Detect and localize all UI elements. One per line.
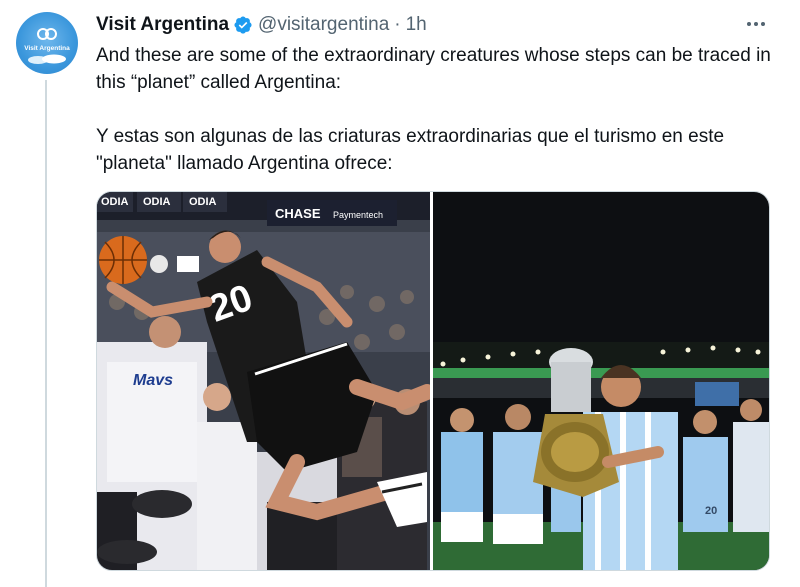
photo-trophy-celebration[interactable]: 20 [433, 192, 769, 570]
brand-logo-icon [37, 28, 57, 40]
tweet-text-spanish: Y estas son algunas de las criaturas ext… [96, 126, 725, 174]
more-options-icon[interactable] [744, 12, 768, 36]
photo-basketball-player[interactable]: ODIA ODIA ODIA CHASE Paymentech Mavs 20 [97, 192, 430, 570]
banner-brand-3: ODIA [189, 196, 217, 208]
verified-badge-icon [234, 16, 252, 34]
player-jersey-number-right: 20 [705, 505, 717, 517]
banner-brand-1: ODIA [101, 196, 129, 208]
clouds-icon [28, 54, 66, 64]
timestamp[interactable]: 1h [406, 14, 427, 36]
avatar[interactable]: Visit Argentina [16, 12, 78, 74]
banner-sponsor-sub: Paymentech [333, 210, 383, 220]
avatar-label: Visit Argentina [24, 45, 70, 52]
tweet-text: And these are some of the extraordinary … [96, 42, 776, 177]
header-separator: · [394, 14, 401, 35]
thread-connector-line [45, 80, 47, 587]
fan-shirt-text: Mavs [133, 372, 173, 389]
banner-brand-2: ODIA [143, 196, 171, 208]
display-name[interactable]: Visit Argentina [96, 14, 229, 36]
tweet-text-english: And these are some of the extraordinary … [96, 45, 771, 93]
tweet-media-grid: ODIA ODIA ODIA CHASE Paymentech Mavs 20 … [96, 191, 770, 571]
tweet-header: Visit Argentina @visitargentina · 1h [96, 13, 427, 37]
banner-sponsor: CHASE [275, 206, 321, 221]
user-handle[interactable]: @visitargentina [258, 14, 389, 36]
